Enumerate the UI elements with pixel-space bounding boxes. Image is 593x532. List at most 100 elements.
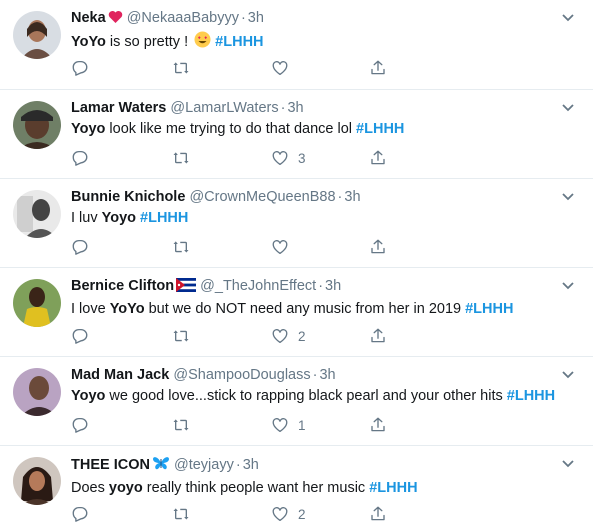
tweet[interactable]: Bunnie Knichole @CrownMeQueenB88 · 3h I lu…	[0, 179, 593, 268]
share-button[interactable]	[369, 415, 387, 435]
hashtag-link[interactable]: #LHHH	[215, 34, 263, 50]
timestamp[interactable]: 3h	[319, 367, 335, 383]
tweet[interactable]: Mad Man Jack @ShampooDouglass · 3h Yoyo we…	[0, 357, 593, 446]
tweet-text-rest: really think people want her music	[142, 480, 370, 496]
like-button[interactable]: 3	[271, 148, 306, 168]
heart-outline-icon	[271, 416, 289, 434]
share-button[interactable]	[369, 148, 387, 168]
display-name[interactable]: Neka	[71, 10, 106, 26]
reply-icon	[71, 327, 89, 345]
chevron-down-icon[interactable]	[561, 13, 575, 23]
handle[interactable]: @teyjayy	[174, 457, 234, 473]
reply-icon	[71, 59, 89, 77]
retweet-button[interactable]	[171, 237, 191, 257]
reply-button[interactable]	[71, 148, 89, 168]
retweet-button[interactable]	[171, 415, 191, 435]
separator: ·	[280, 100, 286, 116]
chevron-down-icon[interactable]	[561, 370, 575, 380]
retweet-button[interactable]	[171, 504, 191, 524]
display-name[interactable]: Bernice Clifton	[71, 278, 174, 294]
tweet-text-rest: but we do NOT need any music from her in…	[144, 301, 466, 317]
heart-outline-icon	[271, 149, 289, 167]
like-button[interactable]	[271, 237, 298, 257]
hashtag-link[interactable]: #LHHH	[465, 301, 513, 317]
avatar[interactable]	[13, 457, 61, 505]
like-button[interactable]: 2	[271, 504, 306, 524]
display-name[interactable]: Mad Man Jack	[71, 367, 169, 383]
hashtag-link[interactable]: #LHHH	[507, 388, 555, 404]
like-count: 2	[298, 506, 306, 522]
reply-button[interactable]	[71, 58, 89, 78]
retweet-button[interactable]	[171, 326, 191, 346]
like-count: 1	[298, 417, 306, 433]
reply-button[interactable]	[71, 504, 89, 524]
like-button[interactable]	[271, 58, 298, 78]
display-name[interactable]: Lamar Waters	[71, 100, 166, 116]
like-button[interactable]: 2	[271, 326, 306, 346]
share-icon	[369, 505, 387, 523]
tweet-text: Yoyo we good love...stick to rapping bla…	[71, 386, 557, 406]
retweet-icon	[171, 327, 191, 345]
avatar[interactable]	[13, 190, 61, 238]
avatar[interactable]	[13, 101, 61, 149]
avatar[interactable]	[13, 368, 61, 416]
retweet-button[interactable]	[171, 148, 191, 168]
tweet-text-rest: is so pretty !	[105, 34, 193, 50]
share-icon	[369, 416, 387, 434]
tweet-text-rest: look like me trying to do that dance lol	[105, 121, 357, 137]
tweet-text-bold: Yoyo	[71, 121, 106, 137]
hashtag-link[interactable]: #LHHH	[356, 121, 404, 137]
retweet-button[interactable]	[171, 58, 191, 78]
avatar[interactable]	[13, 11, 61, 59]
share-button[interactable]	[369, 326, 387, 346]
reply-button[interactable]	[71, 326, 89, 346]
heart-outline-icon	[271, 505, 289, 523]
display-name[interactable]: Bunnie Knichole	[71, 189, 185, 205]
heart-outline-icon	[271, 238, 289, 256]
tweet-text-lead: Does	[71, 480, 109, 496]
share-button[interactable]	[369, 237, 387, 257]
reply-button[interactable]	[71, 237, 89, 257]
retweet-icon	[171, 505, 191, 523]
share-button[interactable]	[369, 58, 387, 78]
tweet-text: I love YoYo but we do NOT need any music…	[71, 299, 557, 319]
tweet[interactable]: Neka @NekaaaBabyyy · 3h YoYo is so pretty …	[0, 0, 593, 90]
reply-icon	[71, 505, 89, 523]
reply-icon	[71, 149, 89, 167]
hashtag-link[interactable]: #LHHH	[369, 480, 417, 496]
timestamp[interactable]: 3h	[248, 10, 264, 26]
display-name[interactable]: THEE ICON	[71, 457, 150, 473]
timestamp[interactable]: 3h	[287, 100, 303, 116]
tweet-text-lead: I luv	[71, 210, 102, 226]
handle[interactable]: @ShampooDouglass	[173, 367, 310, 383]
tweet[interactable]: Lamar Waters @LamarLWaters · 3h Yoyo look …	[0, 90, 593, 179]
timestamp[interactable]: 3h	[325, 278, 341, 294]
heart-outline-icon	[271, 59, 289, 77]
handle[interactable]: @_TheJohnEffect	[200, 278, 316, 294]
handle[interactable]: @NekaaaBabyyy	[127, 10, 239, 26]
tweet-text-rest: we good love...stick to rapping black pe…	[105, 388, 507, 404]
tweet-header: THEE ICON @teyjayy · 3h	[71, 455, 557, 477]
hashtag-link[interactable]: #LHHH	[140, 210, 188, 226]
handle[interactable]: @CrownMeQueenB88	[189, 189, 335, 205]
like-button[interactable]: 1	[271, 415, 306, 435]
tweet[interactable]: THEE ICON @teyjayy · 3h Does yoyo really t…	[0, 446, 593, 532]
separator: ·	[235, 457, 241, 473]
handle[interactable]: @LamarLWaters	[170, 100, 278, 116]
chevron-down-icon[interactable]	[561, 192, 575, 202]
timestamp[interactable]: 3h	[344, 189, 360, 205]
tweet-text-bold: yoyo	[108, 480, 143, 496]
reply-button[interactable]	[71, 415, 89, 435]
avatar[interactable]	[13, 279, 61, 327]
tweet-actions: 2	[71, 504, 401, 524]
tweet-text-bold: YoYo	[109, 301, 145, 317]
share-button[interactable]	[369, 504, 387, 524]
chevron-down-icon[interactable]	[561, 103, 575, 113]
timestamp[interactable]: 3h	[243, 457, 259, 473]
heart-outline-icon	[271, 327, 289, 345]
tweet[interactable]: Bernice Clifton @_TheJohnEffect · 3h I lov…	[0, 268, 593, 357]
chevron-down-icon[interactable]	[561, 281, 575, 291]
chevron-down-icon[interactable]	[561, 459, 575, 469]
tweet-actions	[71, 237, 401, 257]
tweet-header: Neka @NekaaaBabyyy · 3h	[71, 9, 557, 30]
